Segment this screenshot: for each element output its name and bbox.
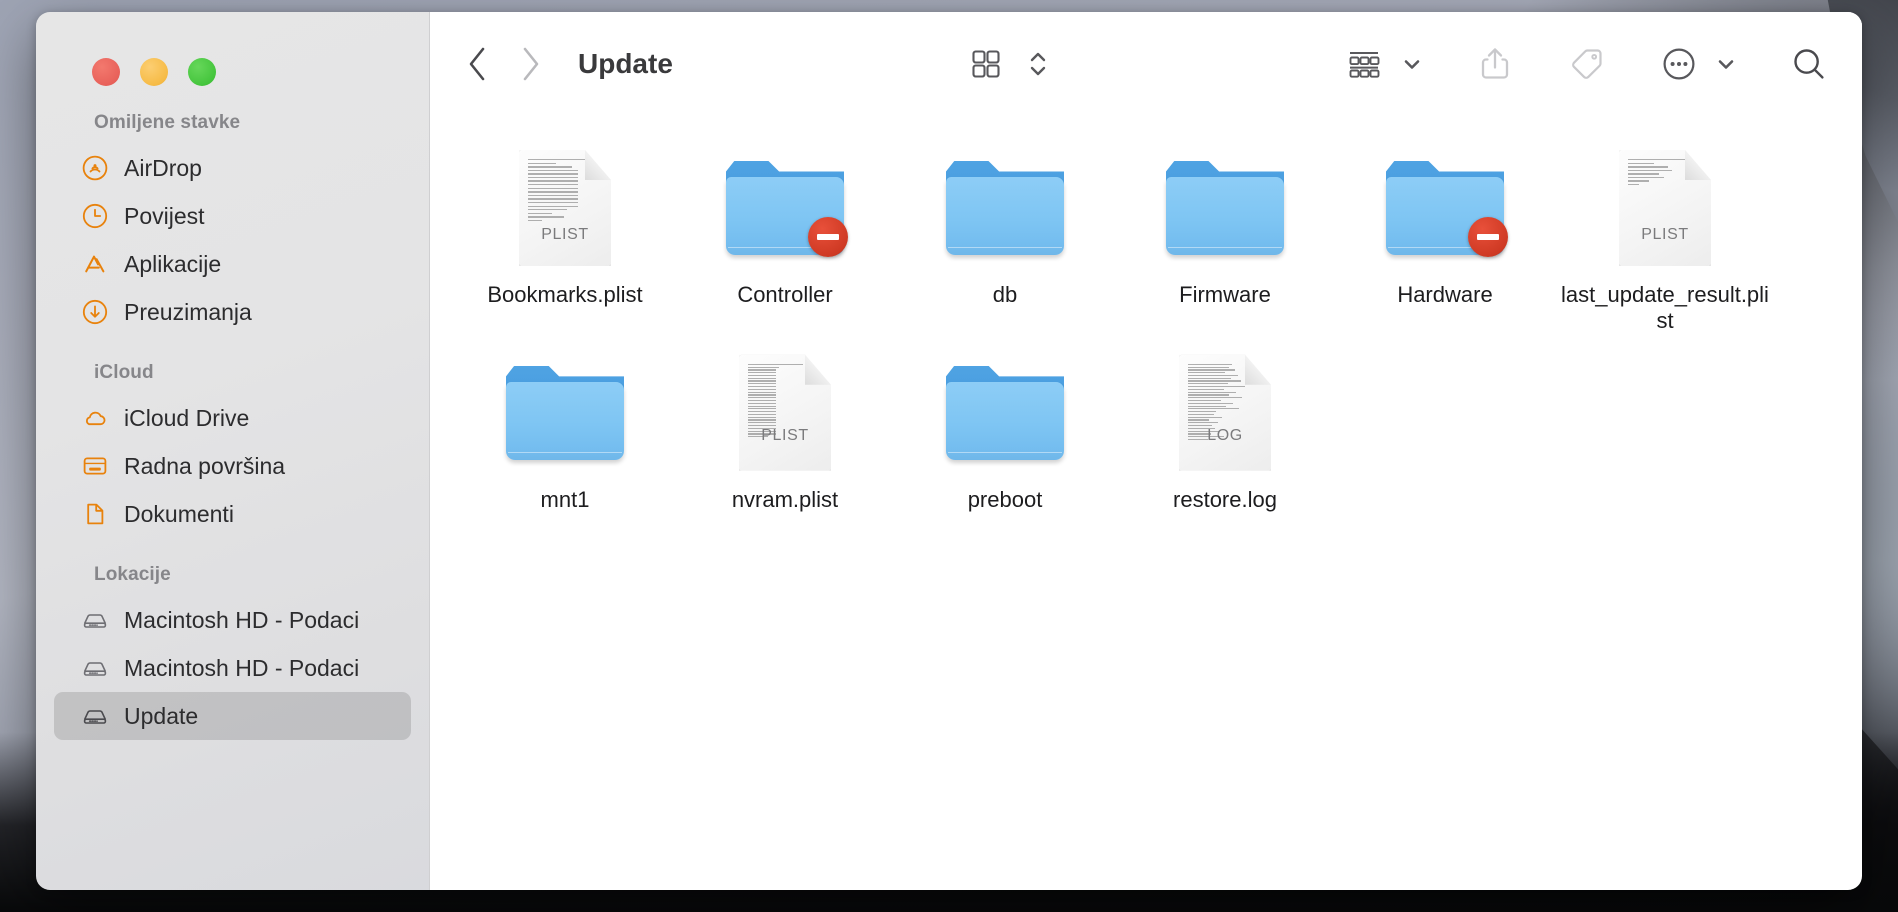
finder-window: Omiljene stavke AirDrop Povijest Aplikac… (36, 12, 1862, 890)
share-icon[interactable] (1472, 37, 1518, 91)
sidebar-item-aplikacije[interactable]: Aplikacije (54, 240, 411, 288)
file-item[interactable]: mnt1 (456, 343, 674, 513)
sidebar-item-label: Povijest (124, 202, 205, 229)
tag-icon[interactable] (1564, 37, 1610, 91)
plist-document-icon: PLIST (505, 148, 625, 268)
file-name-label: Controller (737, 282, 833, 307)
plist-document-icon: PLIST (1605, 148, 1725, 268)
forward-button[interactable] (504, 37, 556, 91)
group-by-group (1340, 37, 1426, 91)
clock-icon (82, 203, 108, 229)
downloads-icon (82, 299, 108, 325)
sidebar-item-povijest[interactable]: Povijest (54, 192, 411, 240)
file-name-label: restore.log (1173, 486, 1277, 512)
folder-icon (1385, 148, 1508, 268)
back-button[interactable] (452, 37, 504, 91)
sidebar-item-label: Dokumenti (124, 500, 234, 527)
more-actions-group (1656, 37, 1740, 91)
file-item[interactable]: PLIST Bookmarks.plist (456, 138, 674, 335)
applications-icon (82, 251, 108, 277)
view-controls-group (959, 37, 1053, 91)
file-name-label: Firmware (1179, 282, 1271, 307)
sidebar-item-radna-povrsina[interactable]: Radna površina (54, 442, 411, 490)
file-item[interactable]: db (896, 138, 1114, 335)
main-pane: Update PLIST Bookmarks.plist Controller … (430, 12, 1862, 890)
close-button[interactable] (92, 58, 120, 86)
file-name-label: Bookmarks.plist (487, 282, 643, 307)
more-actions-icon[interactable] (1656, 37, 1702, 91)
cloud-icon (82, 405, 108, 431)
group-by-icon[interactable] (1340, 37, 1388, 91)
sidebar-item-label: Radna površina (124, 452, 286, 479)
no-access-badge-icon (808, 217, 848, 257)
file-item[interactable]: PLIST last_update_result.plist (1556, 138, 1774, 335)
sidebar-item-label: Macintosh HD - Podaci (124, 654, 360, 681)
file-item[interactable]: preboot (896, 343, 1114, 513)
no-access-badge-icon (1468, 217, 1508, 257)
sidebar-section-icloud: iCloud iCloud Drive Radna površina Dokum… (36, 362, 429, 538)
chevron-down-icon[interactable] (1398, 37, 1426, 91)
window-controls (36, 12, 429, 86)
sidebar: Omiljene stavke AirDrop Povijest Aplikac… (36, 12, 430, 890)
file-name-label: Hardware (1397, 282, 1493, 307)
folder-icon (1165, 148, 1285, 268)
sidebar-item-macintosh-hd-podaci-1[interactable]: Macintosh HD - Podaci (54, 596, 411, 644)
file-item[interactable]: LOG restore.log (1116, 343, 1334, 513)
sidebar-item-label: Macintosh HD - Podaci (124, 606, 360, 633)
file-name-label: mnt1 (540, 486, 590, 512)
sidebar-item-icloud-drive[interactable]: iCloud Drive (54, 394, 411, 442)
page-title: Update (578, 48, 673, 79)
icon-view-icon[interactable] (959, 37, 1013, 91)
sidebar-section-header: Omiljene stavke (94, 112, 241, 133)
desktop-icon (82, 453, 108, 479)
file-kind-label: PLIST (541, 226, 589, 243)
sidebar-item-update[interactable]: Update (54, 692, 411, 740)
sidebar-item-preuzimanja[interactable]: Preuzimanja (54, 288, 411, 336)
toolbar-right-group (1340, 37, 1832, 91)
sidebar-item-label: AirDrop (124, 154, 202, 181)
maximize-button[interactable] (188, 58, 216, 86)
sidebar-section-header: Lokacije (94, 564, 171, 585)
drive-icon (82, 607, 108, 633)
folder-icon (505, 353, 625, 473)
drive-icon (82, 703, 108, 729)
minimize-button[interactable] (140, 58, 168, 86)
toolbar: Update (430, 12, 1862, 116)
file-kind-label: PLIST (761, 426, 809, 444)
sidebar-item-label: Update (124, 702, 199, 729)
folder-icon (945, 148, 1065, 268)
drive-icon (82, 655, 108, 681)
airdrop-icon (82, 155, 108, 181)
sidebar-section-header: iCloud (94, 362, 154, 383)
file-kind-label: PLIST (1641, 226, 1689, 243)
file-listing-area[interactable]: PLIST Bookmarks.plist Controller db Firm… (430, 116, 1862, 890)
document-icon (82, 501, 108, 527)
sidebar-section-lokacije: Lokacije Macintosh HD - Podaci Macintosh… (36, 564, 429, 740)
sidebar-item-label: Preuzimanja (124, 298, 252, 325)
file-kind-label: LOG (1207, 426, 1243, 444)
file-item[interactable]: Controller (676, 138, 894, 335)
folder-icon (945, 353, 1065, 473)
view-sort-chevrons-icon[interactable] (1023, 37, 1053, 91)
log-document-icon: LOG (1165, 353, 1285, 473)
folder-icon (725, 148, 848, 268)
chevron-down-icon[interactable] (1712, 37, 1740, 91)
file-item[interactable]: Firmware (1116, 138, 1334, 335)
plist-document-icon: PLIST (725, 353, 845, 473)
desktop-background: Omiljene stavke AirDrop Povijest Aplikac… (0, 0, 1898, 912)
files-grid: PLIST Bookmarks.plist Controller db Firm… (456, 138, 1836, 513)
sidebar-item-macintosh-hd-podaci-2[interactable]: Macintosh HD - Podaci (54, 644, 411, 692)
file-name-label: preboot (967, 486, 1043, 512)
search-icon[interactable] (1786, 37, 1832, 91)
file-item[interactable]: PLIST nvram.plist (676, 343, 894, 513)
file-name-label: nvram.plist (731, 486, 839, 512)
sidebar-item-dokumenti[interactable]: Dokumenti (54, 490, 411, 538)
file-name-label: db (992, 282, 1018, 307)
sidebar-item-label: Aplikacije (124, 250, 222, 277)
sidebar-item-airdrop[interactable]: AirDrop (54, 144, 411, 192)
sidebar-section-favourites: Omiljene stavke AirDrop Povijest Aplikac… (36, 112, 429, 336)
sidebar-item-label: iCloud Drive (124, 404, 250, 431)
file-name-label: last_update_result.plist (1561, 282, 1769, 334)
file-item[interactable]: Hardware (1336, 138, 1554, 335)
